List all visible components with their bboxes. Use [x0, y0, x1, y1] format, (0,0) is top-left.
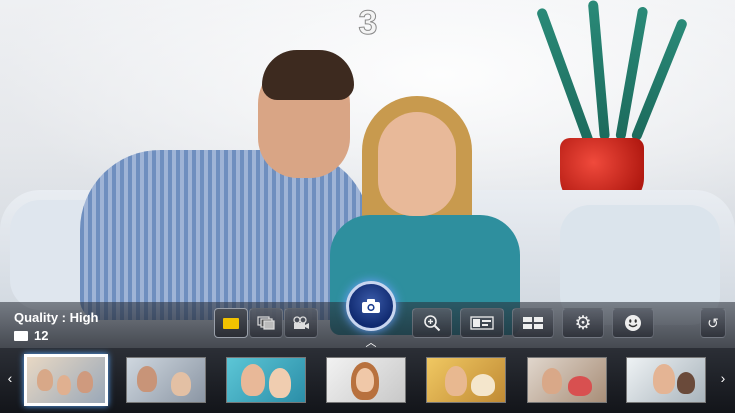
video-camera-icon [293, 316, 309, 329]
photo-person [568, 376, 592, 396]
undo-icon: ↺ [707, 315, 719, 331]
mode-video-button[interactable] [284, 308, 318, 338]
expand-menu-caret[interactable]: ︿ [364, 334, 378, 349]
single-frame-icon [223, 317, 239, 329]
photo-background [227, 358, 305, 402]
thumbnail[interactable] [126, 357, 206, 403]
camera-icon [362, 299, 380, 313]
photo-person [542, 368, 562, 394]
layout-icon [470, 316, 494, 330]
settings-button[interactable]: ⚙ [562, 308, 604, 338]
thumbnail[interactable] [626, 357, 706, 403]
thumbnail[interactable] [24, 354, 108, 406]
shot-count-value: 12 [34, 328, 49, 343]
photo-person [471, 374, 495, 396]
photo-person [37, 369, 53, 391]
burst-frames-icon [257, 316, 275, 330]
thumbnail[interactable] [326, 357, 406, 403]
scroll-left-arrow[interactable]: ‹ [4, 370, 16, 386]
photo-person [677, 372, 695, 394]
shutter-button[interactable] [346, 281, 396, 331]
split-screen-button[interactable] [512, 308, 554, 338]
photo-frame-icon [14, 330, 28, 341]
photo-person [445, 366, 467, 396]
man-hair [262, 50, 354, 100]
split-screen-icon [523, 317, 543, 329]
quality-label: Quality : High [14, 310, 99, 325]
photo-person [77, 371, 93, 393]
photo-background [528, 358, 606, 402]
man-shirt [80, 150, 370, 320]
photo-person [241, 364, 265, 396]
thumbnail[interactable] [426, 357, 506, 403]
photo-person [269, 368, 291, 398]
photo-person [57, 375, 71, 395]
countdown-number: 3 [358, 4, 378, 43]
woman-face [378, 112, 456, 216]
zoom-button[interactable] [412, 308, 452, 338]
layout-button[interactable] [460, 308, 504, 338]
zoom-in-icon [424, 315, 441, 332]
thumbnail-strip: ‹ › [0, 348, 735, 413]
shot-count: 12 [14, 328, 48, 343]
photo-person [653, 364, 675, 394]
thumbnail[interactable] [527, 357, 607, 403]
mode-single-button[interactable] [214, 308, 248, 338]
smile-icon [625, 315, 641, 331]
photo-person [137, 366, 157, 392]
photo-person [171, 372, 191, 396]
photo-person [356, 368, 374, 392]
mode-burst-button[interactable] [249, 308, 283, 338]
gear-icon: ⚙ [574, 312, 592, 334]
undo-button[interactable]: ↺ [700, 308, 726, 338]
smile-shot-button[interactable] [612, 308, 654, 338]
thumbnail[interactable] [226, 357, 306, 403]
scroll-right-arrow[interactable]: › [717, 370, 729, 386]
